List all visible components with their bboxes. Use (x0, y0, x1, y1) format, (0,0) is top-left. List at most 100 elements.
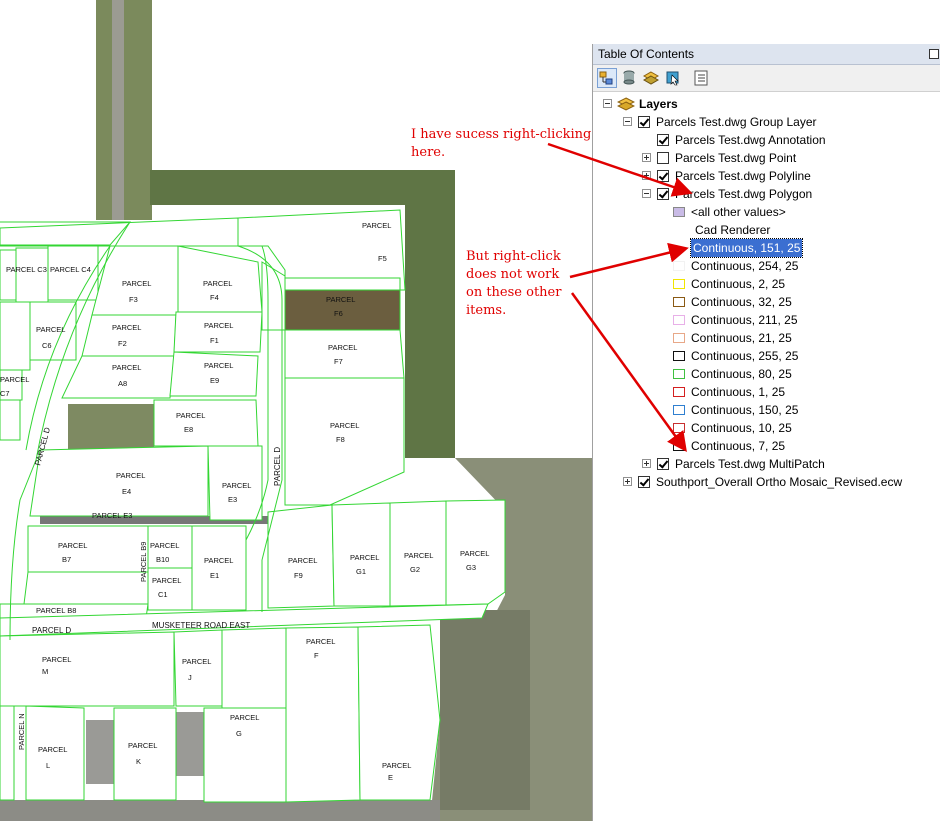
parcel-label-l-id: L (46, 761, 50, 770)
annotation-failure-note: But right-click does not work on these o… (466, 249, 562, 318)
collapse-icon[interactable] (623, 117, 632, 126)
legend-class-row[interactable]: Continuous, 32, 25 (601, 293, 921, 311)
imagery-bottom (0, 800, 440, 821)
legend-swatch (673, 243, 685, 253)
group-layer-label: Parcels Test.dwg Group Layer (656, 115, 817, 129)
map-view[interactable]: PARCEL C3 PARCEL C4 PARCEL F3 PARCEL F4 … (0, 0, 592, 821)
list-by-visibility-button[interactable] (641, 68, 661, 88)
layer-row-annotation[interactable]: Parcels Test.dwg Annotation (601, 131, 921, 149)
layer-row-polyline[interactable]: Parcels Test.dwg Polyline (601, 167, 921, 185)
parcel-label-b9: PARCEL B9 (139, 542, 148, 582)
road-label-musketeer: MUSKETEER ROAD EAST (152, 621, 250, 630)
parcel-label-g2-id: G2 (410, 565, 420, 574)
legend-label: Continuous, 2, 25 (691, 277, 786, 291)
parcel-label-e3: PARCEL (222, 481, 251, 490)
legend-swatch (673, 423, 685, 433)
layer-checkbox[interactable] (657, 458, 669, 470)
layer-checkbox[interactable] (657, 152, 669, 164)
list-by-selection-button[interactable] (663, 68, 683, 88)
layer-label: Parcels Test.dwg Polygon (675, 187, 813, 201)
street-label-1: PARCEL D (32, 626, 71, 635)
legend-class-row[interactable]: Continuous, 254, 25 (601, 257, 921, 275)
legend-swatch (673, 279, 685, 289)
selection-icon (666, 71, 679, 86)
legend-class-row[interactable]: Continuous, 10, 25 (601, 419, 921, 437)
parcel-label-f9: PARCEL (288, 556, 317, 565)
legend-label: Continuous, 150, 25 (691, 403, 799, 417)
list-by-drawing-order-button[interactable] (597, 68, 617, 88)
imagery-road-vertical (112, 0, 124, 220)
parcel-label-m-id: M (42, 667, 48, 676)
parcel-label-g3-id: G3 (466, 563, 476, 572)
toc-options-button[interactable] (691, 68, 711, 88)
expand-icon[interactable] (642, 153, 651, 162)
legend-row-other-values[interactable]: <all other values> (601, 203, 921, 221)
toc-toolbar (593, 65, 940, 92)
parcel-label-f5: PARCEL (362, 221, 391, 230)
parcel-label-c7-id: C7 (0, 389, 10, 398)
layer-checkbox[interactable] (657, 170, 669, 182)
legend-class-row[interactable]: Continuous, 255, 25 (601, 347, 921, 365)
parcel-label-f8-id: F8 (336, 435, 345, 444)
legend-class-row[interactable]: Continuous, 150, 25 (601, 401, 921, 419)
imagery-patch-4 (176, 712, 204, 776)
legend-heading-row: Cad Renderer (601, 221, 921, 239)
parcel-label-m: PARCEL (42, 655, 71, 664)
expand-icon[interactable] (642, 171, 651, 180)
legend-label: Continuous, 32, 25 (691, 295, 792, 309)
legend-swatch (673, 351, 685, 361)
table-of-contents-panel: Table Of Contents Layers Parcels Test.dw… (592, 44, 940, 821)
parcel-label-e1: PARCEL (204, 556, 233, 565)
legend-label: <all other values> (691, 205, 786, 219)
expand-icon[interactable] (623, 477, 632, 486)
legend-class-row[interactable]: Continuous, 7, 25 (601, 437, 921, 455)
parcel-label-f1-id: F1 (210, 336, 219, 345)
close-icon[interactable] (929, 49, 939, 59)
parcel-label-e8-id: E8 (184, 425, 193, 434)
layers-root-label: Layers (639, 97, 678, 111)
parcel-label-e9-id: E9 (210, 376, 219, 385)
legend-class-row[interactable]: Continuous, 211, 25 (601, 311, 921, 329)
legend-class-row[interactable]: Continuous, 21, 25 (601, 329, 921, 347)
drawing-order-icon (599, 71, 613, 85)
parcel-label-f6: PARCEL (326, 295, 355, 304)
layer-checkbox[interactable] (657, 134, 669, 146)
collapse-icon[interactable] (642, 189, 651, 198)
parcel-label-e-id: E (388, 773, 393, 782)
legend-swatch (673, 297, 685, 307)
layer-checkbox[interactable] (638, 476, 650, 488)
list-by-source-button[interactable] (619, 68, 639, 88)
parcel-label-b7-id: B7 (62, 555, 71, 564)
curve-label-e3: PARCEL E3 (92, 511, 132, 520)
parcel-label-a8-id: A8 (118, 379, 127, 388)
group-layer-row[interactable]: Parcels Test.dwg Group Layer (601, 113, 921, 131)
layer-row-multipatch[interactable]: Parcels Test.dwg MultiPatch (601, 455, 921, 473)
legend-swatch (673, 405, 685, 415)
legend-class-row[interactable]: Continuous, 80, 25 (601, 365, 921, 383)
layer-checkbox[interactable] (657, 188, 669, 200)
legend-swatch (673, 441, 685, 451)
legend-class-row[interactable]: Continuous, 2, 25 (601, 275, 921, 293)
group-layer-checkbox[interactable] (638, 116, 650, 128)
layers-root-row[interactable]: Layers (601, 95, 901, 113)
legend-class-row[interactable]: Continuous, 1, 25 (601, 383, 921, 401)
parcel-label-e: PARCEL (382, 761, 411, 770)
toc-title: Table Of Contents (598, 47, 695, 61)
layer-row-polygon[interactable]: Parcels Test.dwg Polygon (601, 185, 921, 203)
parcel-label-c6-id: C6 (42, 341, 52, 350)
parcel-label-e9: PARCEL (204, 361, 233, 370)
layer-row-point[interactable]: Parcels Test.dwg Point (601, 149, 921, 167)
legend-swatch (673, 333, 685, 343)
parcel-label-g: PARCEL (230, 713, 259, 722)
parcel-label-f4: PARCEL (203, 279, 232, 288)
parcel-label-e3-id: E3 (228, 495, 237, 504)
parcel-label-f4-id: F4 (210, 293, 219, 302)
expand-icon[interactable] (642, 459, 651, 468)
layer-row-raster[interactable]: Southport_Overall Ortho Mosaic_Revised.e… (601, 473, 931, 491)
parcel-label-b10: PARCEL (150, 541, 179, 550)
parcel-label-g-id: G (236, 729, 242, 738)
legend-label: Continuous, 151, 25 (689, 238, 804, 258)
parcel-label-f3-id: F3 (129, 295, 138, 304)
collapse-icon[interactable] (603, 99, 612, 108)
legend-class-row[interactable]: Continuous, 151, 25 (601, 238, 921, 258)
